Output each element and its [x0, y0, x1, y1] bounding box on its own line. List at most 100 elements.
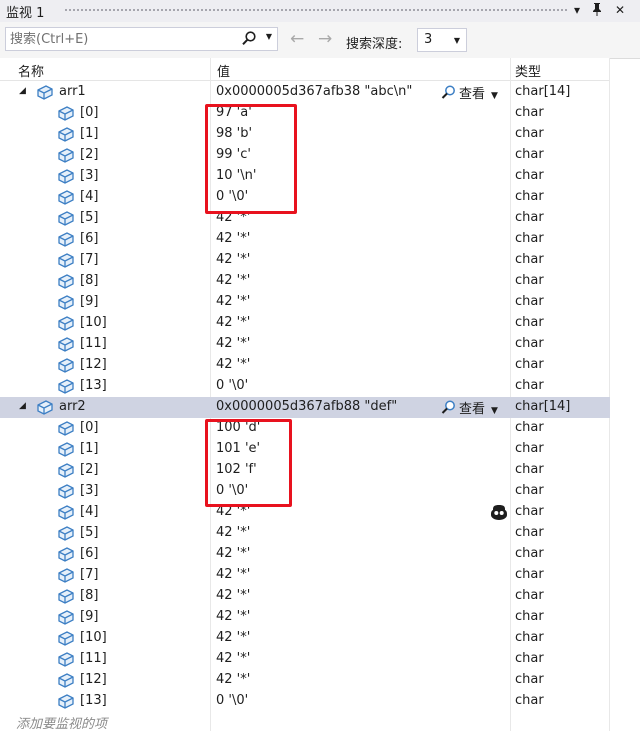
table-row[interactable]: [0] 100 'd' char	[0, 418, 610, 439]
table-row[interactable]: [12] 42 '*' char	[0, 670, 610, 691]
row-value[interactable]: 42 '*'	[216, 315, 250, 330]
row-name[interactable]: [5]	[80, 210, 98, 225]
column-name[interactable]: 名称	[18, 61, 44, 80]
view-button[interactable]: 查看 ▼	[441, 83, 498, 102]
row-name[interactable]: [6]	[80, 231, 98, 246]
table-row[interactable]: [10] 42 '*' char	[0, 628, 610, 649]
add-watch-item[interactable]: 添加要监视的项	[16, 713, 107, 732]
row-name[interactable]: [9]	[80, 609, 98, 624]
titlebar-grip[interactable]	[64, 8, 568, 13]
row-name[interactable]: [8]	[80, 273, 98, 288]
table-row[interactable]: [13] 0 '\0' char	[0, 376, 610, 397]
row-name[interactable]: [7]	[80, 252, 98, 267]
row-value[interactable]: 0 '\0'	[216, 693, 248, 708]
row-name[interactable]: [5]	[80, 525, 98, 540]
row-value[interactable]: 42 '*'	[216, 252, 250, 267]
table-row[interactable]: [4] 0 '\0' char	[0, 187, 610, 208]
row-name[interactable]: [4]	[80, 189, 98, 204]
table-row[interactable]: [5] 42 '*' char	[0, 523, 610, 544]
row-value[interactable]: 42 '*'	[216, 651, 250, 666]
row-value[interactable]: 0x0000005d367afb88 "def"	[216, 399, 397, 414]
expand-collapse-icon[interactable]: ◢	[19, 86, 26, 96]
pin-icon[interactable]	[589, 2, 605, 18]
row-name[interactable]: [12]	[80, 357, 107, 372]
table-row[interactable]: [3] 10 '\n' char	[0, 166, 610, 187]
row-value[interactable]: 42 '*'	[216, 357, 250, 372]
table-row[interactable]: [6] 42 '*' char	[0, 229, 610, 250]
chevron-down-icon[interactable]: ▼	[266, 32, 272, 41]
row-name[interactable]: [10]	[80, 315, 107, 330]
row-value[interactable]: 42 '*'	[216, 546, 250, 561]
row-name[interactable]: [1]	[80, 126, 98, 141]
row-value[interactable]: 42 '*'	[216, 273, 250, 288]
row-name[interactable]: [13]	[80, 693, 107, 708]
table-row[interactable]: [0] 97 'a' char	[0, 103, 610, 124]
row-name[interactable]: [10]	[80, 630, 107, 645]
watch-row-arr2[interactable]: ◢ arr2 0x0000005d367afb88 "def" 查看 ▼ char[14]	[0, 397, 610, 418]
row-name[interactable]: [3]	[80, 483, 98, 498]
row-value[interactable]: 42 '*'	[216, 630, 250, 645]
row-name[interactable]: [2]	[80, 462, 98, 477]
row-value[interactable]: 42 '*'	[216, 231, 250, 246]
row-name[interactable]: [0]	[80, 105, 98, 120]
search-icon[interactable]	[241, 30, 257, 48]
expand-collapse-icon[interactable]: ◢	[19, 401, 26, 411]
table-row[interactable]: [4] 42 '*' char	[0, 502, 610, 523]
dropdown-icon[interactable]: ▾	[569, 2, 585, 18]
table-row[interactable]: [11] 42 '*' char	[0, 334, 610, 355]
table-row[interactable]: [2] 102 'f' char	[0, 460, 610, 481]
table-row[interactable]: [5] 42 '*' char	[0, 208, 610, 229]
row-name[interactable]: [11]	[80, 336, 107, 351]
row-value[interactable]: 42 '*'	[216, 294, 250, 309]
table-row[interactable]: [10] 42 '*' char	[0, 313, 610, 334]
table-row[interactable]: [8] 42 '*' char	[0, 271, 610, 292]
caret-down-icon[interactable]: ▼	[491, 91, 498, 101]
row-name[interactable]: arr1	[59, 84, 86, 99]
row-name[interactable]: [4]	[80, 504, 98, 519]
back-arrow-icon[interactable]: ←	[290, 30, 304, 48]
row-value[interactable]: 0x0000005d367afb38 "abc\n"	[216, 84, 412, 99]
row-value[interactable]: 42 '*'	[216, 525, 250, 540]
row-name[interactable]: [7]	[80, 567, 98, 582]
table-row[interactable]: [3] 0 '\0' char	[0, 481, 610, 502]
table-row[interactable]: [13] 0 '\0' char	[0, 691, 610, 712]
table-row[interactable]: [12] 42 '*' char	[0, 355, 610, 376]
row-name[interactable]: [3]	[80, 168, 98, 183]
row-name[interactable]: [13]	[80, 378, 107, 393]
row-name[interactable]: [0]	[80, 420, 98, 435]
row-name[interactable]: [1]	[80, 441, 98, 456]
row-value[interactable]: 0 '\0'	[216, 378, 248, 393]
table-row[interactable]: [7] 42 '*' char	[0, 565, 610, 586]
row-value[interactable]: 42 '*'	[216, 609, 250, 624]
copilot-icon[interactable]	[489, 503, 509, 521]
table-row[interactable]: [9] 42 '*' char	[0, 607, 610, 628]
column-value[interactable]: 值	[217, 61, 230, 80]
table-row[interactable]: [2] 99 'c' char	[0, 145, 610, 166]
close-icon[interactable]: ✕	[612, 2, 628, 18]
caret-down-icon[interactable]: ▼	[491, 406, 498, 416]
row-name[interactable]: [9]	[80, 294, 98, 309]
row-name[interactable]: [11]	[80, 651, 107, 666]
row-value[interactable]: 42 '*'	[216, 567, 250, 582]
view-button[interactable]: 查看 ▼	[441, 398, 498, 417]
row-name[interactable]: arr2	[59, 399, 86, 414]
row-value[interactable]: 42 '*'	[216, 588, 250, 603]
row-name[interactable]: [12]	[80, 672, 107, 687]
row-value[interactable]: 42 '*'	[216, 336, 250, 351]
row-value[interactable]: 42 '*'	[216, 672, 250, 687]
table-row[interactable]: [6] 42 '*' char	[0, 544, 610, 565]
row-name[interactable]: [6]	[80, 546, 98, 561]
table-row[interactable]: [1] 101 'e' char	[0, 439, 610, 460]
row-name[interactable]: [8]	[80, 588, 98, 603]
search-box[interactable]: ▼	[5, 27, 278, 51]
table-row[interactable]: [11] 42 '*' char	[0, 649, 610, 670]
search-input[interactable]	[10, 30, 240, 48]
table-row[interactable]: [1] 98 'b' char	[0, 124, 610, 145]
table-row[interactable]: [7] 42 '*' char	[0, 250, 610, 271]
watch-row-arr1[interactable]: ◢ arr1 0x0000005d367afb38 "abc\n" 查看 ▼ char[1…	[0, 82, 610, 103]
table-row[interactable]: [8] 42 '*' char	[0, 586, 610, 607]
forward-arrow-icon[interactable]: →	[318, 30, 332, 48]
column-type[interactable]: 类型	[515, 61, 541, 80]
row-name[interactable]: [2]	[80, 147, 98, 162]
search-depth-select[interactable]: 3 ▼	[417, 28, 467, 52]
